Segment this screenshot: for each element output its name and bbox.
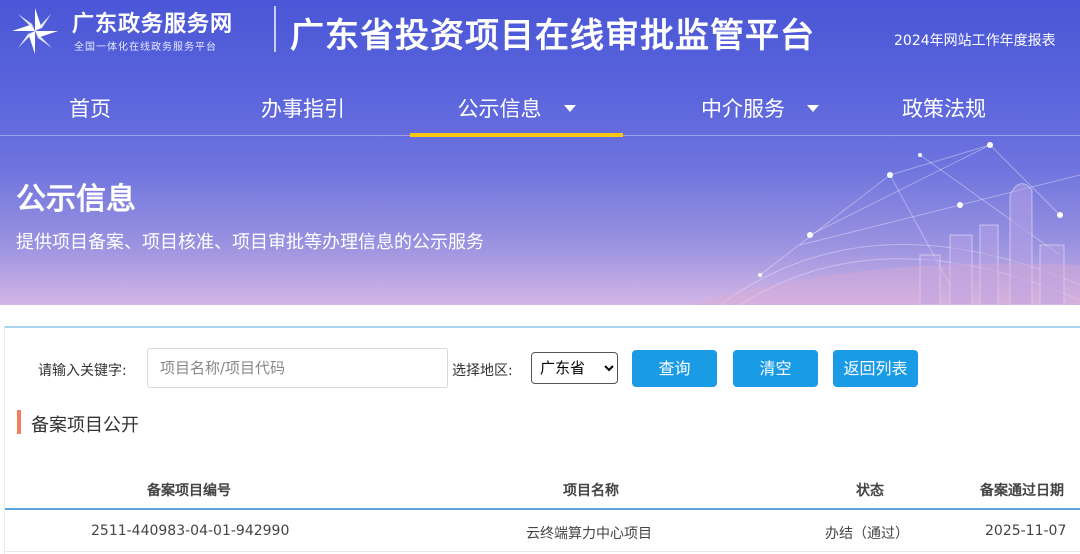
table-header-row: 备案项目编号 项目名称 状态 备案通过日期 (5, 470, 1080, 510)
nav-item-home[interactable]: 首页 (30, 86, 150, 136)
content-panel: 请输入关键字: 选择地区: 广东省 查询 清空 返回列表 备案项目公开 备案项目… (4, 326, 1080, 554)
nav-item-policies[interactable]: 政策法规 (880, 86, 1008, 136)
nav-item-label: 首页 (69, 97, 111, 121)
hero-subtitle: 提供项目备案、项目核准、项目审批等办理信息的公示服务 (16, 232, 484, 253)
section-title: 备案项目公开 (31, 415, 139, 436)
region-select[interactable]: 广东省 (531, 352, 618, 384)
table-header-code: 备案项目编号 (147, 483, 231, 499)
nav-item-label: 公示信息 (457, 97, 542, 121)
nav-item-label: 政策法规 (902, 97, 986, 121)
main-nav: 首页 办事指引 公示信息 中介服务 政策法规 (0, 86, 1080, 137)
nav-item-agency-services[interactable]: 中介服务 (660, 86, 860, 136)
logo-divider (274, 6, 276, 52)
platform-title: 广东省投资项目在线审批监管平台 (290, 16, 815, 56)
chevron-down-icon (807, 104, 819, 112)
table-header-date: 备案通过日期 (980, 483, 1064, 499)
cell-approval-date: 2025-11-07 (985, 523, 1067, 539)
guangdong-gov-logo-icon[interactable] (8, 4, 62, 58)
table-header-status: 状态 (856, 483, 884, 499)
table-row[interactable]: 2511-440983-04-01-942990 云终端算力中心项目 办结（通过… (5, 512, 1080, 552)
cell-status: 办结（通过） (825, 526, 909, 542)
keyword-search-input[interactable] (147, 348, 448, 388)
city-network-illustration (690, 142, 1080, 305)
clear-button[interactable]: 清空 (733, 350, 818, 387)
back-to-list-button[interactable]: 返回列表 (833, 350, 918, 387)
nav-item-label: 中介服务 (701, 97, 785, 121)
logo-title[interactable]: 广东政务服务网 (72, 6, 233, 38)
annual-report-link[interactable]: 2024年网站工作年度报表 (894, 30, 1056, 50)
nav-item-label: 办事指引 (261, 97, 345, 121)
hero-title: 公示信息 (16, 182, 136, 217)
nav-item-guide[interactable]: 办事指引 (230, 86, 376, 136)
logo-subtitle: 全国一体化在线政务服务平台 (74, 42, 217, 53)
region-label: 选择地区: (452, 363, 513, 379)
top-bar: 广东政务服务网 全国一体化在线政务服务平台 广东省投资项目在线审批监管平台 20… (0, 0, 1080, 66)
chevron-down-icon (563, 104, 576, 112)
keyword-label: 请输入关键字: (38, 363, 127, 379)
nav-item-public-info[interactable]: 公示信息 (410, 86, 623, 137)
page-header: 广东政务服务网 全国一体化在线政务服务平台 广东省投资项目在线审批监管平台 20… (0, 0, 1080, 305)
cell-project-code[interactable]: 2511-440983-04-01-942990 (91, 523, 289, 539)
cell-project-name[interactable]: 云终端算力中心项目 (526, 523, 652, 543)
query-button[interactable]: 查询 (632, 350, 717, 387)
table-header-name: 项目名称 (563, 483, 619, 499)
section-accent-bar (17, 410, 21, 434)
